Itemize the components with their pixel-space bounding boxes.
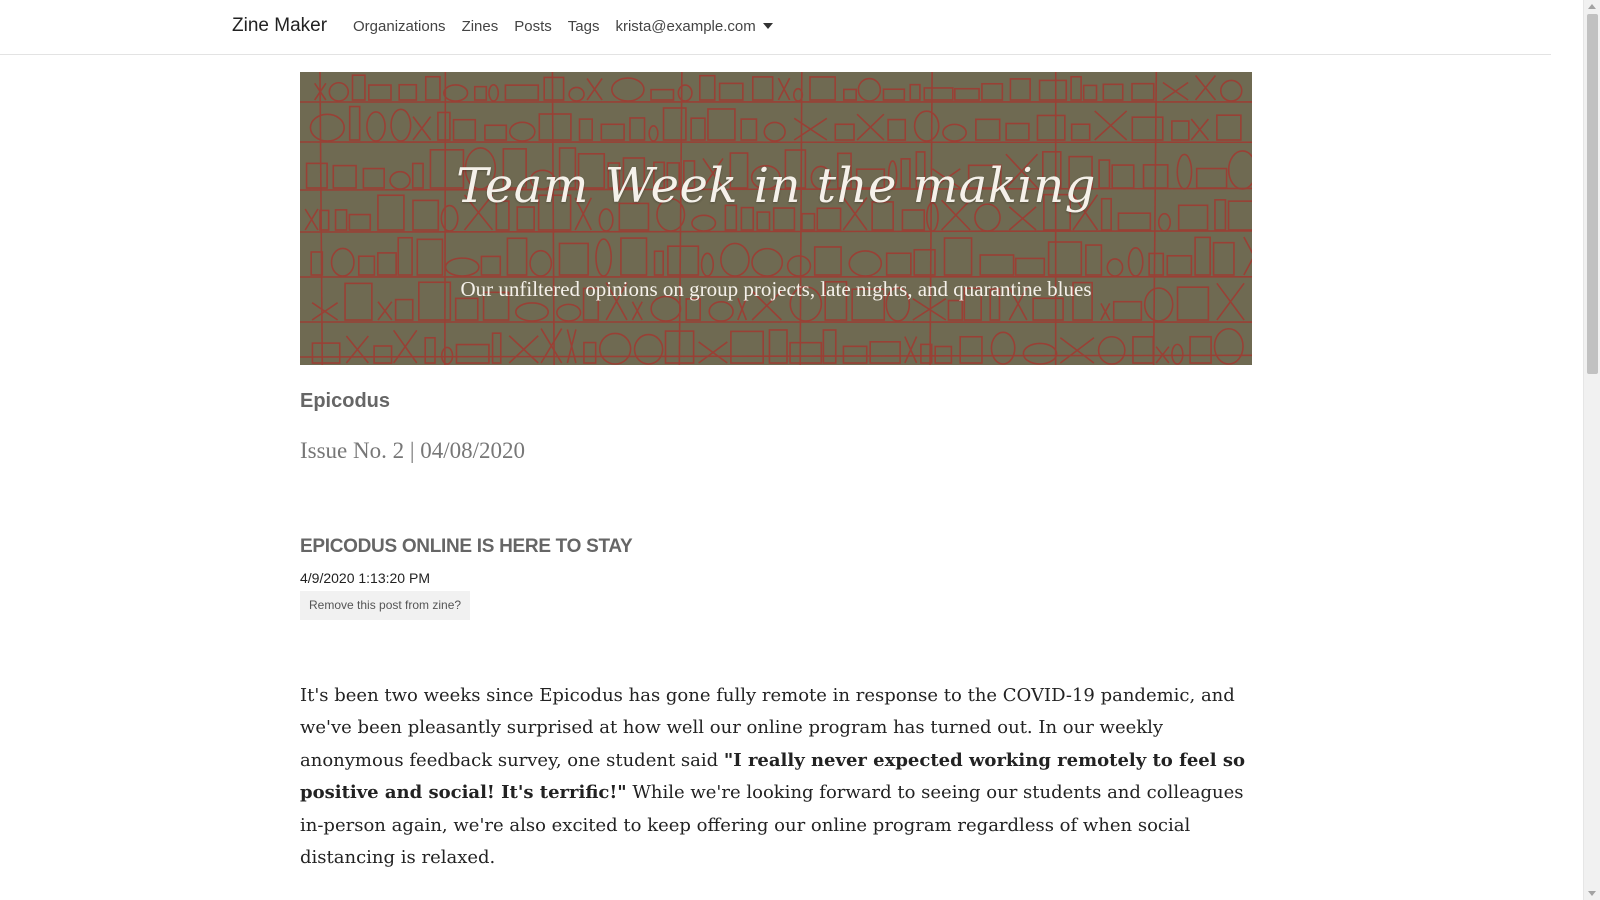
nav-link-tags[interactable]: Tags: [568, 18, 600, 35]
zine-title: Team Week in the making: [456, 158, 1096, 214]
remove-post-button[interactable]: Remove this post from zine?: [300, 591, 471, 620]
issue-info: Issue No. 2 | 04/08/2020: [300, 438, 526, 463]
organization-name[interactable]: Epicodus: [300, 390, 390, 413]
post-date: 4/9/2020 1:13:20 PM: [300, 570, 430, 586]
zine-subtitle: Our unfiltered opinions on group project…: [460, 277, 1092, 301]
hero-sketch-background: [300, 72, 1252, 365]
nav-link-posts[interactable]: Posts: [514, 18, 552, 35]
nav-links: Organizations Zines Posts Tags krista@ex…: [353, 18, 773, 35]
user-email: krista@example.com: [615, 18, 756, 35]
page-scrollbar[interactable]: [1583, 0, 1600, 900]
scroll-down-arrow-icon[interactable]: [1588, 891, 1596, 896]
scrollbar-thumb[interactable]: [1587, 14, 1598, 374]
zine-hero-banner: Team Week in the making Our unfiltered o…: [300, 72, 1252, 365]
scroll-up-arrow-icon[interactable]: [1588, 4, 1596, 9]
post-body: It's been two weeks since Epicodus has g…: [300, 680, 1255, 874]
top-navbar: Zine Maker Organizations Zines Posts Tag…: [0, 0, 1551, 55]
caret-down-icon: [762, 23, 773, 29]
brand-link[interactable]: Zine Maker: [232, 15, 327, 37]
user-dropdown[interactable]: krista@example.com: [615, 18, 773, 35]
nav-link-organizations[interactable]: Organizations: [353, 18, 446, 35]
nav-link-zines[interactable]: Zines: [462, 18, 499, 35]
post-title[interactable]: EPICODUS ONLINE IS HERE TO STAY: [300, 536, 633, 558]
